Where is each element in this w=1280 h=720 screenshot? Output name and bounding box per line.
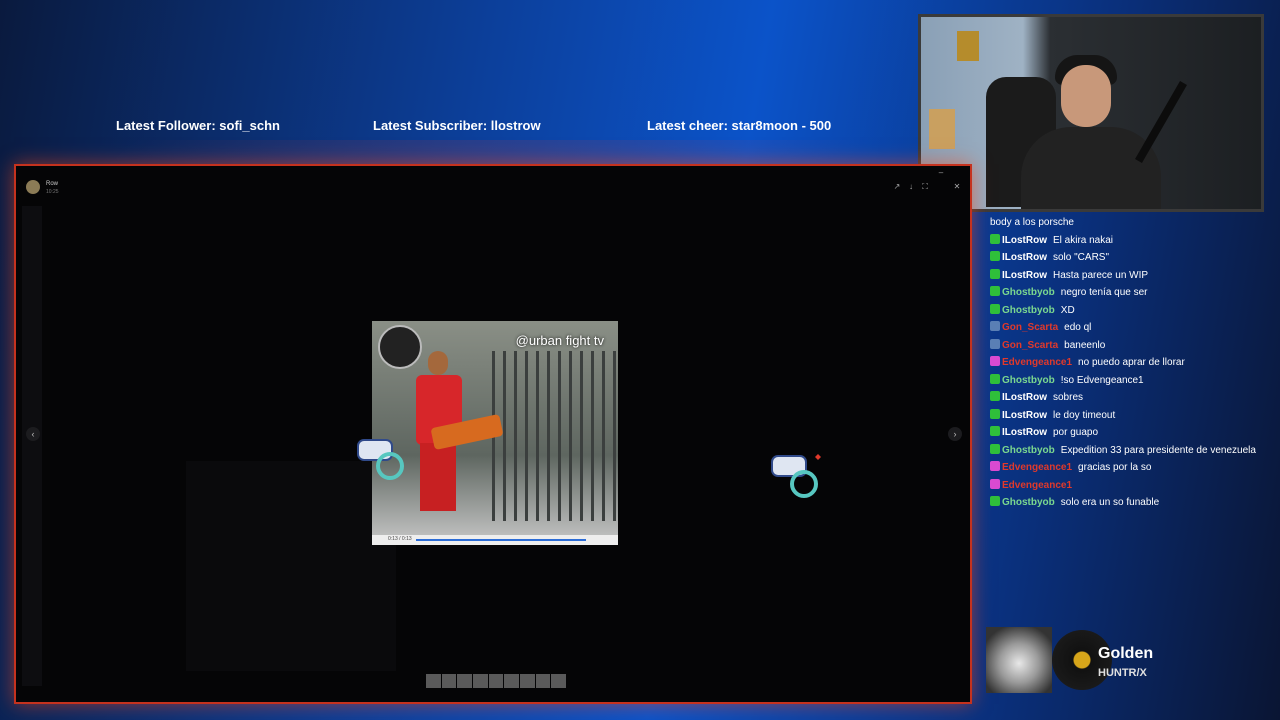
latest-follower: Latest Follower: sofi_schn (116, 118, 280, 133)
chat-message: Edvengeance1 gracias por la so (986, 459, 1276, 477)
chat-message: Gon_Scarta edo ql (986, 319, 1276, 337)
chat-message: ILostRow por guapo (986, 424, 1276, 442)
stethoscope-sticker-icon (771, 454, 821, 498)
chevron-right-icon[interactable]: › (948, 427, 962, 441)
chevron-left-icon[interactable]: ‹ (26, 427, 40, 441)
chat-text: XD (1060, 304, 1075, 316)
chat-text: edo ql (1064, 322, 1092, 333)
fullscreen-icon[interactable]: ⛶ (920, 182, 930, 192)
avatar (26, 180, 40, 194)
chat-text: baneenlo (1064, 339, 1106, 351)
chat-username[interactable]: ILostRow (1002, 252, 1047, 263)
badge-icon (990, 391, 1000, 401)
badge-icon (990, 303, 1000, 314)
chat-message: ILostRow le doy timeout (986, 407, 1276, 425)
chat-username[interactable]: ILostRow (1002, 235, 1047, 246)
chat-message: ILostRow Hasta parece un WIP (986, 267, 1276, 285)
song-artist: HUNTR/X (1098, 667, 1147, 679)
chat-text: Hasta parece un WIP (1053, 269, 1149, 281)
badge-icon (990, 356, 1000, 366)
chat-username[interactable]: ILostRow (1002, 392, 1047, 403)
badge-icon (990, 443, 1000, 454)
thumbnail-strip[interactable] (426, 674, 567, 688)
chat-username[interactable]: Ghostbyob (1002, 497, 1055, 508)
chat-message: Gon_Scarta baneenlo (986, 337, 1276, 355)
chat-message: Edvengeance1 no puedo aprar de llorar (986, 354, 1276, 372)
download-icon[interactable]: ↓ (906, 182, 916, 192)
media-viewer-window: Row 10:25 ↗ ↓ ⛶ – ✕ ‹ › @urban fight tv … (14, 164, 972, 704)
chat-message: body a los porsche (986, 214, 1276, 232)
chat-username[interactable]: Ghostbyob (1002, 287, 1055, 298)
chat-message: Ghostbyob Expedition 33 para presidente d… (986, 442, 1276, 460)
chat-username[interactable]: Edvengeance1 (1002, 462, 1072, 473)
album-cover (986, 627, 1052, 693)
song-title: Golden (1098, 645, 1154, 662)
chat-text: body a los porsche (990, 217, 1074, 228)
badge-icon (990, 321, 1000, 331)
chat-message: Edvengeance1 (986, 477, 1276, 495)
badge-icon (990, 496, 1000, 506)
chat-username[interactable]: ILostRow (1002, 427, 1047, 438)
badge-icon (990, 426, 1000, 436)
channel-logo (378, 325, 422, 369)
chat-username[interactable]: Gon_Scarta (1002, 340, 1058, 351)
badge-icon (990, 286, 1000, 296)
sidebar-dimmed (22, 206, 42, 686)
alerts-bar: Latest Follower: sofi_schn Latest Subscr… (0, 118, 910, 138)
video-watermark: @urban fight tv (515, 333, 604, 348)
chat-message: ILostRow El akira nakai (986, 232, 1276, 250)
window-title: Row (46, 181, 59, 187)
chat-message: Ghostbyob negro tenía que ser (986, 284, 1276, 302)
chat-text: solo era un so funable (1060, 497, 1160, 508)
chat-text: solo "CARS" (1053, 252, 1110, 263)
latest-subscriber: Latest Subscriber: llostrow (373, 118, 541, 133)
chat-username[interactable]: Ghostbyob (1002, 375, 1055, 386)
chat-text: negro tenía que ser (1060, 287, 1148, 298)
chat-text: no puedo aprar de llorar (1078, 357, 1185, 368)
chat-text: le doy timeout (1053, 409, 1116, 421)
badge-icon (990, 233, 1000, 244)
chat-message: ILostRow solo "CARS" (986, 249, 1276, 267)
badge-icon (990, 408, 1000, 419)
video-progress[interactable] (416, 539, 586, 541)
chat-username[interactable]: Edvengeance1 (1002, 357, 1072, 368)
chat-username[interactable]: ILostRow (1002, 270, 1047, 281)
badge-icon (990, 478, 1000, 489)
chat-message: ILostRow sobres (986, 389, 1276, 407)
latest-cheer: Latest cheer: star8moon - 500 (647, 118, 832, 133)
window-subtitle: 10:25 (46, 189, 59, 195)
chat-username[interactable]: Ghostbyob (1002, 445, 1055, 456)
now-playing: Golden HUNTR/X (986, 627, 1276, 697)
chat-text: !so Edvengeance1 (1060, 374, 1144, 386)
chat-text: gracias por la so (1078, 462, 1152, 473)
share-icon[interactable]: ↗ (892, 182, 902, 192)
chat-panel: body a los porsche ILostRow El akira nakai… (986, 214, 1276, 614)
chat-message: Ghostbyob solo era un so funable (986, 494, 1276, 512)
chat-text: sobres (1053, 392, 1084, 403)
chat-text: El akira nakai (1053, 234, 1114, 246)
badge-icon (990, 461, 1000, 471)
badge-icon (990, 251, 1000, 261)
chat-username[interactable]: ILostRow (1002, 410, 1047, 421)
close-icon[interactable]: ✕ (952, 182, 962, 192)
video-time: 0:13 / 0:13 (388, 536, 412, 542)
badge-icon (990, 338, 1000, 349)
chat-username[interactable]: Ghostbyob (1002, 305, 1055, 316)
badge-icon (990, 373, 1000, 384)
background-grid-dimmed (186, 461, 396, 671)
chat-text: por guapo (1053, 427, 1099, 438)
chat-message: Ghostbyob !so Edvengeance1 (986, 372, 1276, 390)
chat-message: Ghostbyob XD (986, 302, 1276, 320)
chat-username[interactable]: Edvengeance1 (1002, 480, 1072, 491)
chat-username[interactable]: Gon_Scarta (1002, 322, 1058, 333)
video-controls[interactable]: 0:13 / 0:13 (372, 535, 618, 545)
minimize-icon[interactable]: – (936, 168, 946, 178)
stethoscope-sticker-icon (357, 439, 404, 480)
chat-text: Expedition 33 para presidente de venezue… (1060, 444, 1256, 456)
badge-icon (990, 268, 1000, 279)
